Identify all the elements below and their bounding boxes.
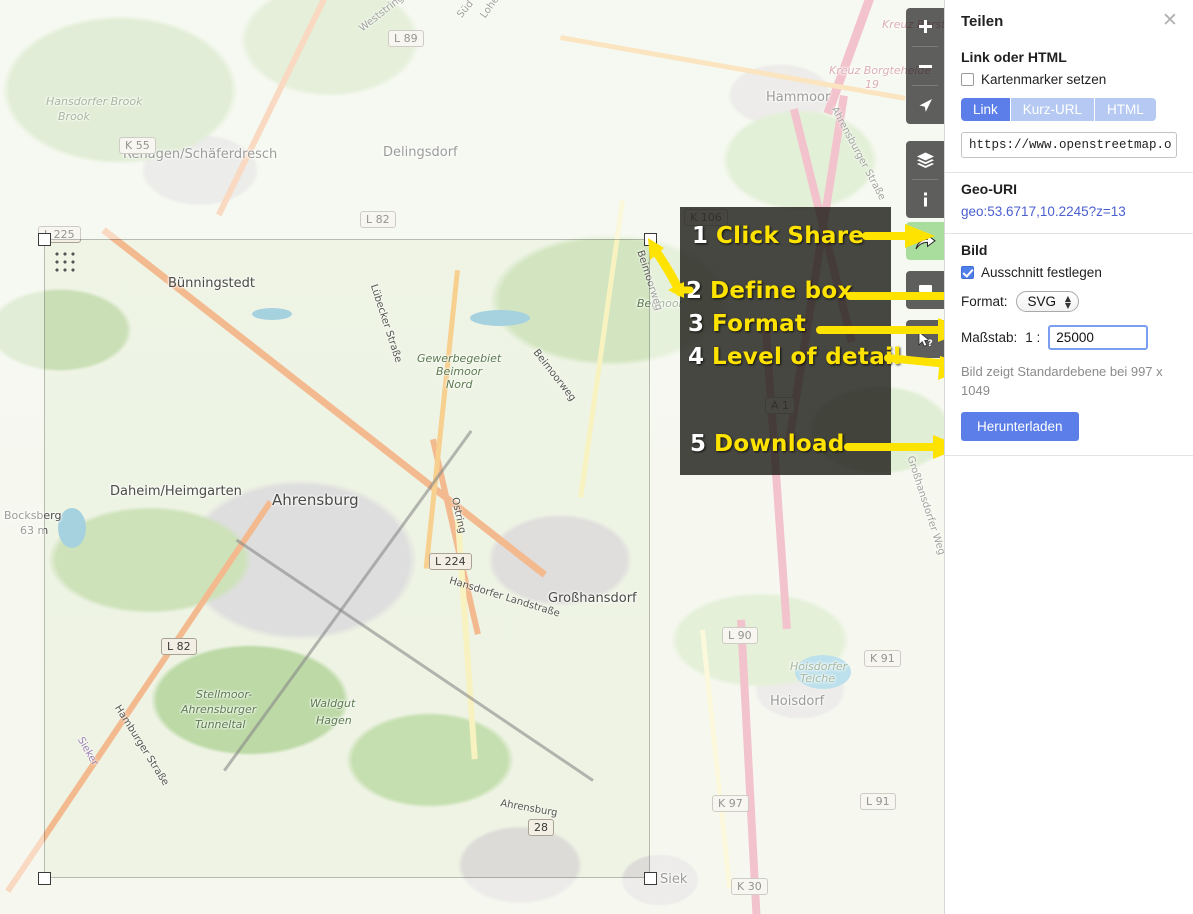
crop-move-grip[interactable] [52,249,75,272]
locate-arrow-icon[interactable] [906,86,944,124]
crop-handle-bottom-left[interactable] [38,872,51,885]
crop-veil-top [0,0,944,239]
crop-selection-rectangle[interactable] [44,239,650,878]
format-select[interactable]: SVG ▲ ▼ [1015,291,1080,312]
layers-icon[interactable] [906,141,944,179]
scale-label: Maßstab: [961,330,1018,345]
section-divider [945,172,1193,173]
share-sidebar: Teilen ✕ Link oder HTML Kartenmarker set… [944,0,1193,914]
sidebar-header: Teilen ✕ [945,0,1193,41]
share-icon[interactable] [906,222,944,260]
share-button[interactable] [906,222,944,260]
crop-handle-top-left[interactable] [38,233,51,246]
page-title: Teilen [961,13,1004,30]
crop-handle-top-right[interactable] [644,233,657,246]
crop-handle-bottom-right[interactable] [644,872,657,885]
svg-text:?: ? [928,339,933,349]
image-section: Bild Ausschnitt festlegen Format: SVG ▲ ▼… [945,242,1193,455]
zoom-out-button[interactable] [906,47,944,85]
add-note-button[interactable] [906,271,944,309]
set-crop-checkbox[interactable] [961,266,974,279]
close-icon[interactable]: ✕ [1161,11,1179,30]
tab-html[interactable]: HTML [1095,98,1156,121]
link-section-heading: Link oder HTML [961,49,1067,65]
share-url-input[interactable]: https://www.openstreetmap.o [961,132,1177,158]
map-marker-checkbox[interactable] [961,73,974,86]
section-divider [945,454,1193,456]
image-size-hint: Bild zeigt Standardebene bei 997 x 1049 [961,364,1163,398]
scale-ratio-prefix: 1 : [1025,330,1041,345]
zoom-in-button[interactable] [906,8,944,46]
openstreetmap-share-screen: Hansdorfer Brook Brook Rehagen/Schäferdr… [0,0,1193,914]
map-layer-controls[interactable] [906,141,944,218]
format-select-value: SVG [1027,294,1057,309]
tab-short-url[interactable]: Kurz-URL [1010,98,1096,121]
scale-input[interactable]: 25000 [1048,325,1149,350]
format-label: Format: [961,294,1008,309]
geo-uri-section: Geo-URI geo:53.6717,10.2245?z=13 [945,181,1193,233]
query-features-button[interactable]: ? [906,320,944,358]
scale-row: Maßstab: 1 : 25000 [961,325,1177,350]
map-marker-checkbox-row[interactable]: Kartenmarker setzen [961,72,1177,87]
geo-uri-heading: Geo-URI [961,181,1017,197]
section-divider [945,233,1193,234]
info-icon[interactable] [906,180,944,218]
set-crop-checkbox-row[interactable]: Ausschnitt festlegen [961,265,1177,280]
query-cursor-icon[interactable]: ? [906,320,944,358]
set-crop-checkbox-label: Ausschnitt festlegen [981,265,1102,280]
crop-veil-bottom [0,878,944,914]
tab-link[interactable]: Link [961,98,1011,121]
map-canvas[interactable]: Hansdorfer Brook Brook Rehagen/Schäferdr… [0,0,944,914]
geo-uri-link[interactable]: geo:53.6717,10.2245?z=13 [961,204,1177,219]
crop-veil-right [650,239,944,878]
map-zoom-controls[interactable] [906,8,944,124]
map-marker-checkbox-label: Kartenmarker setzen [981,72,1107,87]
crop-veil-left [0,239,44,878]
link-format-tabs[interactable]: Link Kurz-URL HTML [961,98,1177,121]
format-row: Format: SVG ▲ ▼ [961,291,1177,312]
note-icon[interactable] [906,271,944,309]
chevron-updown-icon: ▲ ▼ [1064,293,1072,310]
download-button[interactable]: Herunterladen [961,411,1079,441]
link-or-html-section: Link oder HTML Kartenmarker setzen Link … [945,49,1193,172]
image-section-heading: Bild [961,242,988,258]
